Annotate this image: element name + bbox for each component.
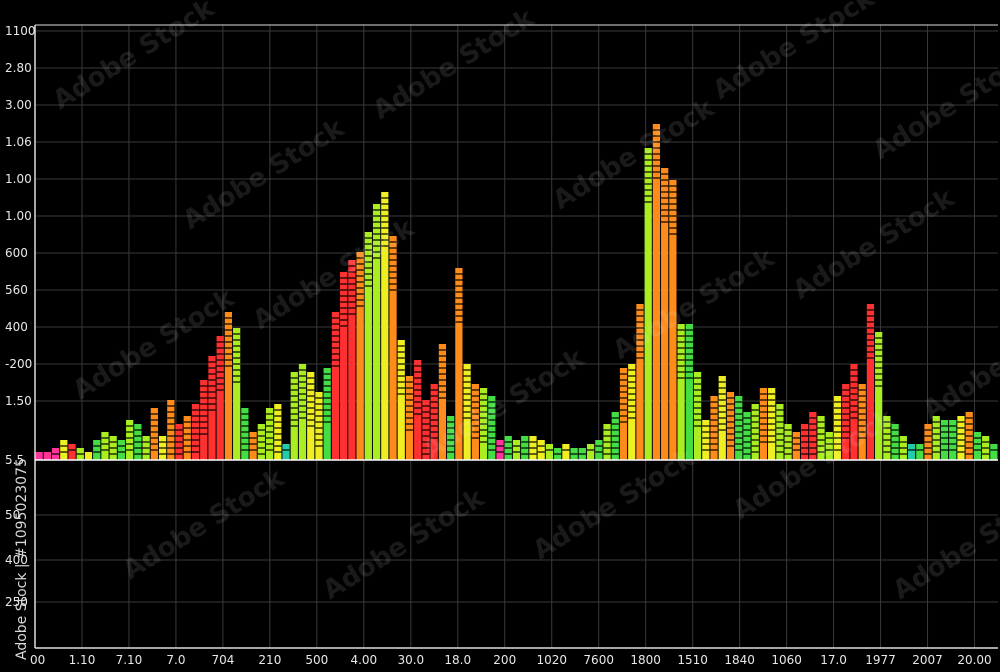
bar xyxy=(290,372,298,460)
bar xyxy=(652,124,661,460)
bar xyxy=(586,444,595,460)
bar xyxy=(68,444,76,460)
x-tick-label: 4.00 xyxy=(350,653,377,667)
bar xyxy=(249,432,257,460)
x-tick-label: 30.0 xyxy=(397,653,424,667)
x-tick-label: 1060 xyxy=(771,653,802,667)
y-tick-label: 560 xyxy=(5,283,28,297)
bar xyxy=(323,368,331,460)
y-tick-label: 1100 xyxy=(5,24,36,38)
x-tick-label: 20.00 xyxy=(957,653,991,667)
y-tick-label: 1.00 xyxy=(5,209,32,223)
y-tick-label: 2.80 xyxy=(5,61,32,75)
bar xyxy=(117,440,126,460)
bar xyxy=(233,328,241,460)
bar xyxy=(595,440,603,460)
bar xyxy=(150,408,158,460)
bar xyxy=(84,452,93,460)
bar xyxy=(43,452,51,460)
y-tick-label: 1.06 xyxy=(5,135,32,149)
bar xyxy=(990,444,998,460)
bar xyxy=(208,356,216,460)
bar xyxy=(241,408,249,460)
bar xyxy=(726,392,735,460)
bar xyxy=(512,440,521,460)
x-tick-label: 1510 xyxy=(677,653,708,667)
bar xyxy=(265,408,274,460)
x-tick-label: 7600 xyxy=(583,653,614,667)
x-tick-label: 7.0 xyxy=(166,653,185,667)
bar xyxy=(331,312,340,460)
bar xyxy=(677,324,685,460)
x-tick-label: 17.0 xyxy=(820,653,847,667)
bar xyxy=(907,444,916,460)
bar-chart: 1100 2.80 3.00 1.06 1.00 1.00 600 560 400 -200 1.5… xyxy=(0,0,1000,672)
x-tick-label: 00 xyxy=(30,653,45,667)
bar xyxy=(356,252,364,460)
bar xyxy=(315,392,323,460)
x-tick-label: 1.10 xyxy=(69,653,96,667)
bar xyxy=(101,432,109,460)
y-tick-label: -200 xyxy=(5,357,32,371)
bar xyxy=(307,372,315,460)
watermark-side-text: Adobe Stock | #1095023075 xyxy=(14,458,30,660)
bar xyxy=(60,440,68,460)
x-tick-label: 500 xyxy=(305,653,328,667)
bar xyxy=(35,452,43,460)
y-tick-label: 1.00 xyxy=(5,172,32,186)
y-tick-label: 1.50 xyxy=(5,394,32,408)
x-tick-label: 704 xyxy=(211,653,234,667)
bar xyxy=(224,312,233,460)
bar xyxy=(340,272,348,460)
bar xyxy=(685,324,693,460)
bar xyxy=(973,432,982,460)
x-tick-label: 1800 xyxy=(630,653,661,667)
bar xyxy=(619,368,628,460)
bar xyxy=(644,148,652,460)
bar xyxy=(537,440,545,460)
x-tick-label: 2007 xyxy=(912,653,943,667)
bar xyxy=(545,444,554,460)
bar xyxy=(496,440,504,460)
x-tick-label: 200 xyxy=(493,653,516,667)
x-tick-label: 1840 xyxy=(724,653,755,667)
bar xyxy=(693,372,702,460)
x-tick-label: 18.0 xyxy=(444,653,471,667)
bar xyxy=(389,236,397,460)
x-tick-label: 210 xyxy=(258,653,281,667)
x-tick-label: 7.10 xyxy=(116,653,143,667)
y-tick-label: 3.00 xyxy=(5,98,32,112)
x-tick-label: 1977 xyxy=(865,653,896,667)
bar xyxy=(562,444,570,460)
y-tick-label: 600 xyxy=(5,246,28,260)
bar xyxy=(916,444,924,460)
y-tick-label: 400 xyxy=(5,320,28,334)
bar xyxy=(282,444,290,460)
x-tick-label: 1020 xyxy=(536,653,567,667)
bar xyxy=(93,440,101,460)
